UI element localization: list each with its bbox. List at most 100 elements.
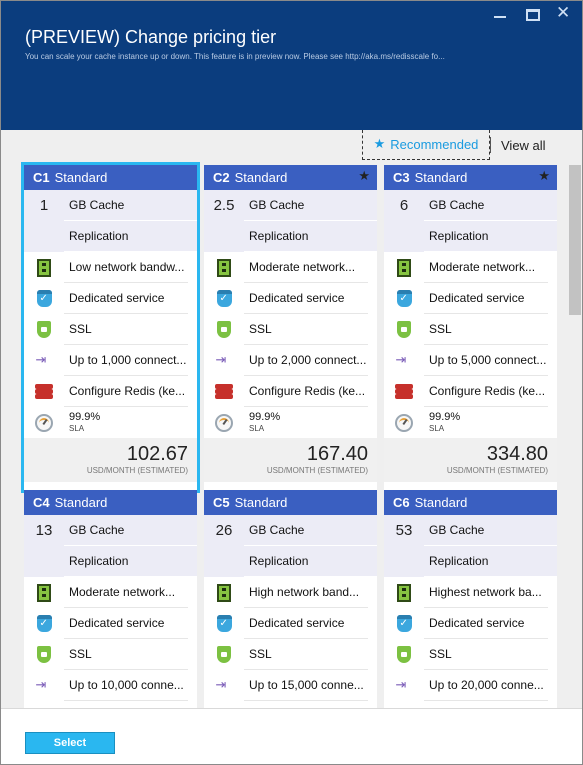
tier-name: Standard <box>234 495 288 510</box>
network-row-label: Low network bandw... <box>64 252 188 283</box>
row-icon-cell <box>24 283 64 314</box>
blade-footer: Select <box>0 708 583 765</box>
filter-bar: ★ Recommended View all <box>362 130 556 160</box>
dedicated-service-icon <box>396 615 412 632</box>
dedicated-row-label: Dedicated service <box>244 608 368 639</box>
connections-row-label: Up to 15,000 conne... <box>244 670 368 701</box>
network-row: Moderate network... <box>204 252 377 283</box>
cache-size-row: 1 GB Cache <box>24 190 197 221</box>
dedicated-row: Dedicated service <box>24 608 197 639</box>
row-icon-cell: ⇥ <box>384 670 424 701</box>
dedicated-row: Dedicated service <box>384 283 557 314</box>
replication-cell <box>384 546 424 577</box>
connections-row-label: Up to 20,000 conne... <box>424 670 548 701</box>
ssl-lock-icon <box>397 646 411 663</box>
row-icon-cell <box>24 252 64 283</box>
price-unit: USD/MONTH (ESTIMATED) <box>446 466 548 475</box>
dedicated-row: Dedicated service <box>384 608 557 639</box>
network-bandwidth-icon <box>397 583 411 602</box>
vertical-scrollbar[interactable] <box>567 160 583 708</box>
cache-size-label: GB Cache <box>424 515 557 546</box>
replication-row: Replication <box>384 546 557 577</box>
ssl-row: SSL <box>204 639 377 670</box>
cache-size-cell: 6 <box>384 190 424 221</box>
row-icon-cell <box>24 376 64 407</box>
dedicated-service-icon <box>396 290 412 307</box>
network-row-label: Moderate network... <box>424 252 548 283</box>
row-icon-cell <box>384 376 424 407</box>
sla-row: 99.9% SLA <box>384 407 557 438</box>
cache-size-row: 26 GB Cache <box>204 515 377 546</box>
redis-config-row: Configure Redis (ke... <box>24 376 197 407</box>
cache-size-cell: 2.5 <box>204 190 244 221</box>
replication-cell <box>384 221 424 252</box>
recommended-filter-button[interactable]: ★ Recommended <box>362 130 490 160</box>
network-bandwidth-icon <box>217 583 231 602</box>
tier-card-c4[interactable]: C4 Standard 13 GB Cache Replication Moderate … <box>24 490 197 708</box>
sla-text: 99.9% SLA <box>244 407 368 438</box>
row-icon-cell: ⇥ <box>384 345 424 376</box>
replication-row: Replication <box>384 221 557 252</box>
network-row: Highest network ba... <box>384 577 557 608</box>
redis-config-row: Configure Redis (ke... <box>384 376 557 407</box>
replication-label: Replication <box>424 221 557 252</box>
replication-label: Replication <box>244 221 377 252</box>
view-all-button[interactable]: View all <box>490 137 556 153</box>
price-unit: USD/MONTH (ESTIMATED) <box>266 466 368 475</box>
cache-size-value: 6 <box>399 197 409 214</box>
tier-card-c6[interactable]: C6 Standard 53 GB Cache Replication Highest n… <box>384 490 557 708</box>
scrollbar-thumb[interactable] <box>569 165 581 315</box>
select-button[interactable]: Select <box>25 732 115 754</box>
cache-size-label: GB Cache <box>64 190 197 221</box>
replication-label: Replication <box>244 546 377 577</box>
row-icon-cell <box>204 314 244 345</box>
redis-config-row-label: Configure Redis (ke... <box>244 376 368 407</box>
tier-card-c1[interactable]: C1 Standard 1 GB Cache Replication Low networ… <box>21 162 200 493</box>
row-icon-cell <box>204 283 244 314</box>
tier-card-c5[interactable]: C5 Standard 26 GB Cache Replication High netw… <box>204 490 377 708</box>
connections-icon: ⇥ <box>395 677 407 693</box>
dedicated-row: Dedicated service <box>24 283 197 314</box>
row-icon-cell <box>24 314 64 345</box>
tier-header: C4 Standard <box>24 490 197 515</box>
dedicated-row-label: Dedicated service <box>244 283 368 314</box>
redis-icon <box>35 384 53 399</box>
recommended-label: Recommended <box>390 137 479 152</box>
redis-icon <box>395 384 413 399</box>
price-block: 102.67 USD/MONTH (ESTIMATED) <box>24 438 197 482</box>
cache-size-cell: 1 <box>24 190 64 221</box>
pricing-tier-content: ★ Recommended View all C1 Standard 1 GB Cac… <box>0 130 583 708</box>
cache-size-value: 26 <box>215 522 233 539</box>
close-icon[interactable]: ✕ <box>556 5 570 22</box>
row-icon-cell <box>384 577 424 608</box>
cache-size-cell: 13 <box>24 515 64 546</box>
connections-icon: ⇥ <box>215 677 227 693</box>
maximize-icon[interactable] <box>526 9 540 21</box>
dedicated-row: Dedicated service <box>204 608 377 639</box>
row-icon-cell <box>204 252 244 283</box>
tier-name: Standard <box>54 495 108 510</box>
minimize-icon[interactable] <box>494 16 506 18</box>
page-title: (PREVIEW) Change pricing tier <box>25 27 277 47</box>
price-amount: 167.40 <box>306 443 368 465</box>
star-icon: ★ <box>538 169 550 184</box>
ssl-lock-icon <box>37 321 51 338</box>
redis-icon <box>215 384 233 399</box>
sla-gauge-icon <box>215 413 233 432</box>
sla-label: SLA <box>429 423 445 433</box>
price-amount: 334.80 <box>486 443 548 465</box>
connections-row-label: Up to 1,000 connect... <box>64 345 188 376</box>
replication-label: Replication <box>424 546 557 577</box>
tier-card-c3[interactable]: C3 Standard ★ 6 GB Cache Replication Moderate … <box>384 165 557 490</box>
ssl-row-label: SSL <box>64 314 188 345</box>
tier-name: Standard <box>54 170 108 185</box>
tier-code: C3 <box>393 170 410 185</box>
ssl-row-label: SSL <box>424 314 548 345</box>
cache-size-value: 2.5 <box>213 197 235 214</box>
connections-icon: ⇥ <box>35 677 47 693</box>
tier-card-c2[interactable]: C2 Standard ★ 2.5 GB Cache Replication Moderat… <box>204 165 377 490</box>
ssl-row-label: SSL <box>244 314 368 345</box>
row-icon-cell: ⇥ <box>24 345 64 376</box>
blade-header: ✕ (PREVIEW) Change pricing tier You can … <box>0 0 583 130</box>
price-unit: USD/MONTH (ESTIMATED) <box>86 466 188 475</box>
